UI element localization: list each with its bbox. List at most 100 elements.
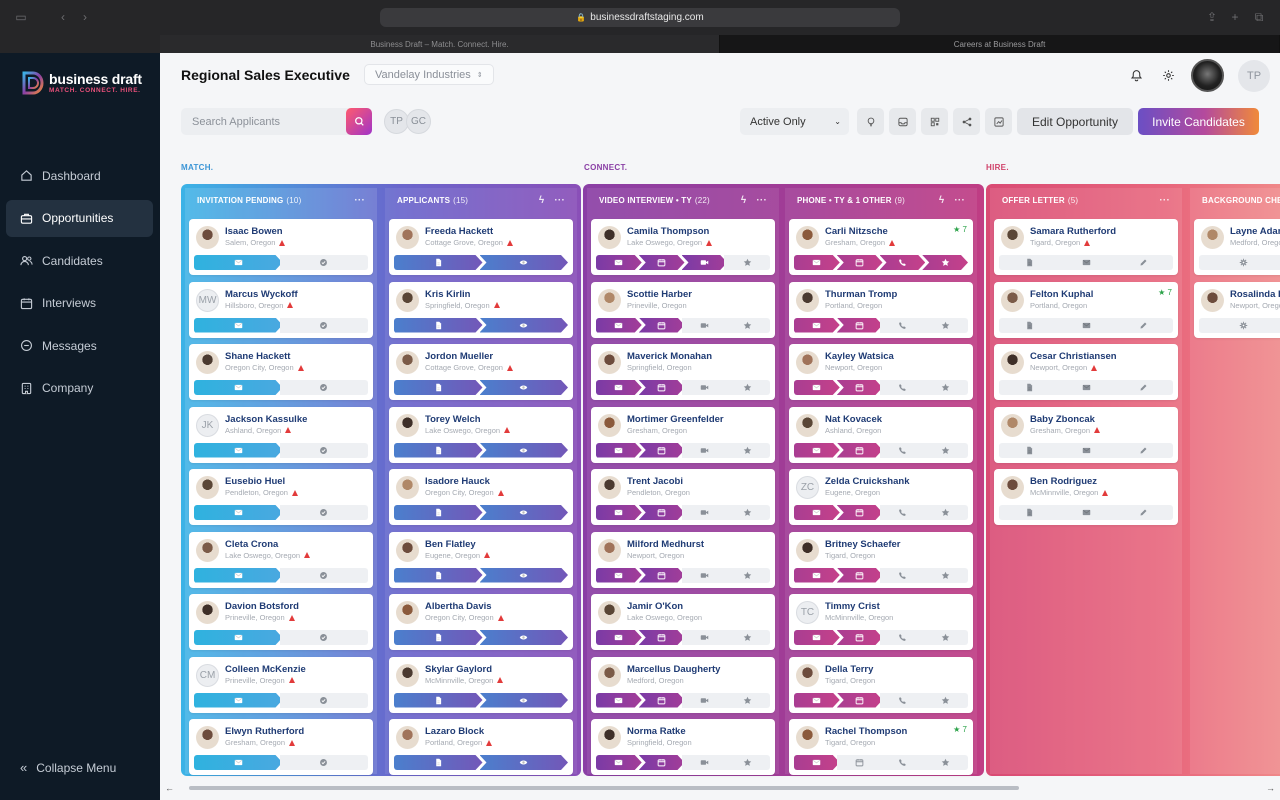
qr-button[interactable] (921, 108, 948, 135)
avatar[interactable] (1001, 226, 1024, 249)
avatar[interactable] (598, 538, 621, 562)
candidate-name[interactable]: Jamir O'Kon (627, 601, 683, 612)
brand-logo[interactable]: business draft MATCH. CONNECT. HIRE. (22, 71, 142, 95)
candidate-name[interactable]: Shane Hackett (225, 351, 290, 362)
horizontal-scrollbar[interactable]: ← → (165, 783, 1275, 793)
avatar[interactable] (1001, 288, 1024, 312)
candidate-card[interactable]: Skylar Gaylord McMinnville, Oregon (389, 656, 573, 713)
lightning-icon[interactable]: ϟ (939, 195, 945, 206)
star-step-button[interactable] (922, 630, 968, 645)
calendar-step-button[interactable] (639, 505, 685, 520)
avatar[interactable] (396, 351, 419, 374)
avatar[interactable] (796, 663, 819, 687)
candidate-name[interactable]: Zelda Cruickshank (825, 476, 909, 487)
video-step-button[interactable] (681, 380, 728, 395)
video-step-button[interactable] (681, 505, 728, 520)
phone-step-button[interactable] (879, 380, 926, 395)
browser-tab[interactable]: Business Draft – Match. Connect. Hire. (160, 35, 720, 53)
avatar[interactable] (1001, 351, 1024, 374)
candidate-name[interactable]: Isaac Bowen (225, 226, 283, 237)
candidate-card[interactable]: Albertha Davis Oregon City, Oregon (389, 594, 573, 650)
candidate-name[interactable]: Ben Flatley (425, 539, 476, 550)
candidate-card[interactable]: Ben Flatley Eugene, Oregon (389, 531, 573, 588)
avatar[interactable] (396, 226, 419, 249)
lightning-icon[interactable]: ϟ (741, 195, 747, 206)
star-step-button[interactable] (724, 630, 770, 645)
candidate-name[interactable]: Felton Kuphal (1030, 289, 1093, 300)
avatar[interactable] (598, 351, 621, 374)
candidate-name[interactable]: Rachel Thompson (825, 726, 907, 737)
envelope-step-button[interactable] (194, 693, 283, 708)
candidate-card[interactable]: Rosalinda PNewport, Oregon (1194, 281, 1280, 338)
avatar[interactable] (598, 663, 621, 687)
candidate-card[interactable]: Isaac Bowen Salem, Oregon (189, 219, 373, 275)
star-step-button[interactable] (724, 317, 770, 333)
sidebar-item-candidates[interactable]: Candidates (6, 242, 153, 279)
avatar[interactable]: ZC (796, 476, 819, 499)
candidate-card[interactable]: Marcellus Daugherty Medford, Oregon (591, 656, 775, 713)
envelope-step-button[interactable] (194, 630, 283, 645)
file-step-button[interactable] (394, 630, 483, 645)
eye-step-button[interactable] (480, 505, 569, 520)
star-step-button[interactable] (724, 755, 770, 770)
candidate-name[interactable]: Torey Welch (425, 414, 481, 425)
candidate-name[interactable]: Baby Zboncak (1030, 414, 1095, 425)
scroll-left-icon[interactable]: ← (165, 783, 174, 793)
calendar-step-button[interactable] (639, 443, 685, 458)
avatar[interactable] (1001, 413, 1024, 437)
pencil-step-button[interactable] (1113, 380, 1173, 395)
pencil-step-button[interactable] (1113, 505, 1173, 520)
candidate-name[interactable]: Albertha Davis (425, 601, 492, 612)
edit-opportunity-button[interactable]: Edit Opportunity (1017, 108, 1133, 135)
file-step-button[interactable] (394, 443, 483, 458)
candidate-name[interactable]: Carli Nitzsche (825, 226, 888, 237)
check-step-button[interactable] (279, 755, 368, 770)
envelope-step-button[interactable] (194, 380, 283, 395)
candidate-card[interactable]: Isadore Hauck Oregon City, Oregon (389, 469, 573, 525)
avatar[interactable] (396, 538, 419, 562)
candidate-card[interactable]: Torey Welch Lake Oswego, Oregon (389, 406, 573, 463)
more-options-icon[interactable]: ··· (354, 195, 365, 206)
file-step-button[interactable] (999, 380, 1059, 395)
avatar[interactable] (1001, 476, 1024, 499)
pencil-step-button[interactable] (1113, 317, 1173, 333)
video-step-button[interactable] (681, 567, 728, 583)
eye-step-button[interactable] (480, 380, 569, 395)
candidate-card[interactable]: Shane Hackett Oregon City, Oregon (189, 344, 373, 400)
candidate-card[interactable]: Elwyn Rutherford Gresham, Oregon (189, 719, 373, 775)
sidebar-item-messages[interactable]: Messages (6, 327, 153, 364)
candidate-name[interactable]: Timmy Crist (825, 601, 880, 612)
avatar[interactable] (396, 601, 419, 624)
candidate-name[interactable]: Marcus Wyckoff (225, 289, 298, 300)
calendar-step-button[interactable] (837, 443, 883, 458)
avatar[interactable] (598, 601, 621, 624)
check-step-button[interactable] (279, 380, 368, 395)
calendar-step-button[interactable] (837, 255, 883, 270)
avatar[interactable] (396, 726, 419, 749)
bell-icon[interactable] (1127, 67, 1145, 85)
candidate-name[interactable]: Camila Thompson (627, 226, 709, 237)
envelope-step-button[interactable] (794, 630, 840, 645)
video-step-button[interactable] (681, 442, 728, 458)
file-step-button[interactable] (394, 380, 483, 395)
envelope-step-button[interactable] (794, 693, 840, 708)
calendar-step-button[interactable] (837, 380, 883, 395)
phone-step-button[interactable] (879, 630, 926, 645)
candidate-card[interactable]: Mortimer Greenfelder Gresham, Oregon (591, 406, 775, 463)
calendar-step-button[interactable] (639, 630, 685, 645)
envelope-step-button[interactable] (794, 568, 840, 583)
avatar[interactable] (196, 726, 219, 749)
envelope-step-button[interactable] (596, 568, 642, 583)
candidate-name[interactable]: Norma Ratke (627, 726, 686, 737)
video-step-button[interactable] (681, 317, 728, 333)
candidate-card[interactable]: Lazaro Block Portland, Oregon (389, 719, 573, 775)
candidate-card[interactable]: Scottie Harber Prineville, Oregon (591, 281, 775, 338)
candidate-name[interactable]: Skylar Gaylord (425, 664, 492, 675)
star-step-button[interactable] (922, 255, 968, 270)
candidate-name[interactable]: Thurman Tromp (825, 289, 897, 300)
calendar-step-button[interactable] (639, 693, 685, 708)
avatar[interactable] (196, 226, 219, 249)
scrollbar-thumb[interactable] (189, 786, 1019, 790)
candidate-card[interactable]: MW Marcus Wyckoff Hillsboro, Oregon (189, 281, 373, 338)
calendar-step-button[interactable] (836, 755, 883, 770)
